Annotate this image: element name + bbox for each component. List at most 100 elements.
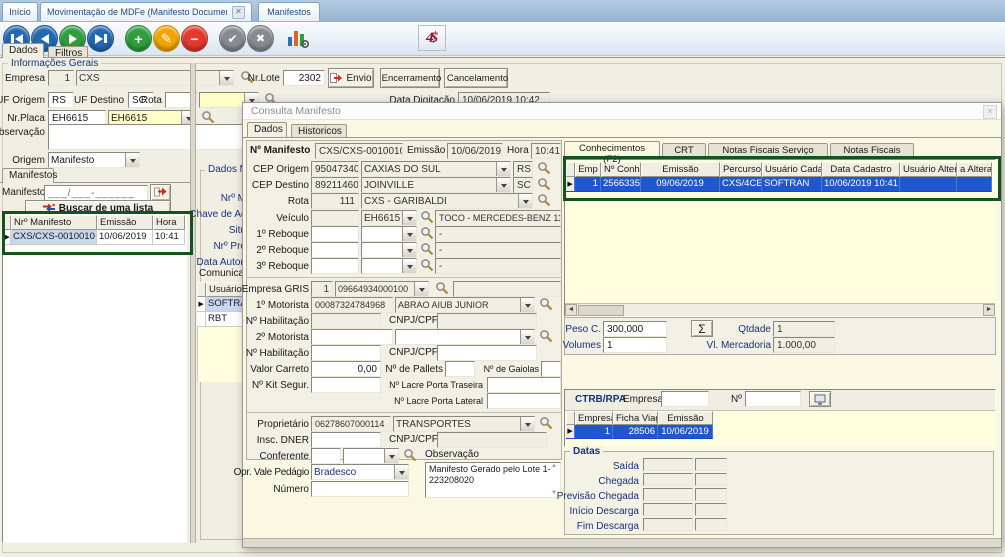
tab-manifestos-panel[interactable]: Manifestos — [2, 168, 54, 183]
fim-descarga-date-field[interactable] — [643, 518, 693, 531]
conferente-code-field[interactable] — [311, 448, 341, 464]
scroll-up-icon[interactable]: ▲ — [551, 463, 557, 469]
scroll-left-icon[interactable]: ◄ — [565, 304, 577, 316]
close-tab-icon[interactable]: ✕ — [232, 6, 245, 19]
modal-tab-dados[interactable]: Dados — [247, 122, 287, 137]
conferente-combo[interactable] — [343, 448, 399, 464]
column-header[interactable]: Data Cadastro — [822, 162, 900, 177]
motorista2-combo[interactable] — [395, 329, 535, 345]
reports-button[interactable] — [286, 27, 310, 49]
tab-notas-fiscais[interactable]: Notas Fiscais (F4) — [830, 143, 914, 156]
volumes-field[interactable]: 1 — [603, 337, 667, 353]
inicio-descarga-date-field[interactable] — [643, 503, 693, 516]
dialog-close-icon[interactable]: ✕ — [983, 105, 997, 119]
dropdown-arrow-icon[interactable] — [496, 162, 510, 176]
motorista2-search-icon[interactable] — [539, 329, 553, 344]
proprietario-num-field[interactable]: 06278607000114 — [311, 416, 391, 432]
cep-origem-city-combo[interactable]: CAXIAS DO SUL — [361, 161, 511, 177]
previsao-date-field[interactable] — [643, 488, 693, 501]
nrplaca-search-icon[interactable] — [201, 110, 215, 125]
habilitacao2-field[interactable] — [311, 345, 381, 361]
dropdown-arrow-icon[interactable] — [394, 465, 408, 479]
inicio-descarga-time-field[interactable] — [695, 503, 727, 516]
motorista1-combo[interactable]: ABRAO AIUB JUNIOR — [395, 297, 535, 313]
gris-cnpj-combo[interactable]: 09664934000100 — [335, 281, 429, 297]
cep-destino-field[interactable]: 89211460 — [311, 177, 359, 193]
cep-origem-search-icon[interactable] — [537, 161, 551, 176]
cancel-button[interactable]: ✖ — [247, 25, 274, 52]
reboque3-code-field[interactable] — [311, 258, 359, 274]
reboque3-combo[interactable] — [361, 258, 417, 274]
cep-origem-field[interactable]: 95047340 — [311, 161, 359, 177]
gaiolas-field[interactable] — [541, 361, 561, 377]
valor-carreto-field[interactable]: 0,00 — [311, 361, 381, 377]
column-header[interactable]: Nrº Manifesto — [11, 215, 97, 230]
veiculo-combo[interactable]: EH6615 — [361, 210, 417, 226]
dropdown-arrow-icon[interactable] — [520, 417, 534, 431]
empresa-code-field[interactable]: 1 — [48, 70, 74, 86]
column-header[interactable]: Hora — [153, 215, 185, 230]
reboque1-search-icon[interactable] — [420, 226, 434, 241]
reboque3-search-icon[interactable] — [420, 258, 434, 273]
observacao-modal-field[interactable]: Manifesto Gerado pelo Lote 1-223208020 — [425, 462, 561, 498]
ctrb-n-field[interactable] — [745, 391, 801, 407]
lacre-tras-field[interactable] — [487, 377, 561, 393]
tab-notas-servico[interactable]: Notas Fiscais Serviço (F3) — [708, 143, 828, 156]
gris-num-field[interactable]: 1 — [311, 281, 333, 297]
cep-destino-city-combo[interactable]: JOINVILLE — [361, 177, 511, 193]
uf-origem-field[interactable]: RS — [48, 92, 74, 108]
dropdown-arrow-icon[interactable] — [402, 211, 416, 225]
dropdown-arrow-icon[interactable] — [520, 330, 534, 344]
rota-search-icon[interactable] — [537, 193, 551, 208]
delete-button[interactable]: − — [181, 25, 208, 52]
dropdown-arrow-icon[interactable] — [414, 282, 428, 296]
edit-button[interactable]: ✎ — [153, 25, 180, 52]
column-header[interactable]: a Alteraç — [957, 162, 992, 177]
last-record-button[interactable] — [87, 25, 114, 52]
dner-field[interactable] — [311, 432, 381, 448]
scrollbar-thumb[interactable] — [578, 305, 624, 316]
tab-crt[interactable]: CRT (F5) — [662, 143, 706, 156]
dropdown-arrow-icon[interactable] — [496, 178, 510, 192]
manifesto-mask-field[interactable]: ___/___-______ — [44, 185, 148, 201]
cnpjcpf2-field[interactable] — [437, 345, 537, 361]
chegada-date-field[interactable] — [643, 473, 693, 486]
envio-button[interactable]: Envio — [328, 68, 374, 88]
previsao-time-field[interactable] — [695, 488, 727, 501]
pallets-field[interactable] — [445, 361, 475, 377]
column-header[interactable]: Ficha Viagem — [613, 411, 658, 425]
peso-field[interactable]: 300,000 — [603, 321, 667, 337]
veiculo-code-field[interactable] — [311, 210, 359, 226]
motorista1-num-field[interactable]: 00087324784968 — [311, 297, 393, 313]
encerramento-button[interactable]: Encerramento — [380, 68, 440, 88]
kit-field[interactable] — [311, 377, 381, 393]
dropdown-arrow-icon[interactable] — [520, 298, 534, 312]
fim-descarga-time-field[interactable] — [695, 518, 727, 531]
tab-inicio[interactable]: Início — [2, 2, 38, 21]
load-manifesto-button[interactable] — [150, 184, 171, 201]
column-header[interactable]: Emissão — [658, 411, 713, 425]
dropdown-arrow-icon[interactable] — [402, 259, 416, 273]
column-header[interactable]: Empresa — [575, 411, 613, 425]
conferente-search-icon[interactable] — [403, 448, 417, 463]
lacre-lat-field[interactable] — [487, 393, 561, 409]
gris-search-icon[interactable] — [435, 281, 449, 296]
softran-logo-button[interactable]: 4$ — [418, 25, 446, 51]
dropdown-arrow-icon[interactable] — [219, 71, 233, 85]
vertical-splitter[interactable] — [190, 63, 196, 543]
dropdown-arrow-icon[interactable] — [402, 243, 416, 257]
reboque1-code-field[interactable] — [311, 226, 359, 242]
sum-button[interactable]: Σ — [691, 320, 713, 337]
cep-destino-search-icon[interactable] — [537, 177, 551, 192]
ctrb-view-button[interactable] — [809, 391, 831, 407]
ctrb-empresa-field[interactable] — [661, 391, 709, 407]
tab-manifestos[interactable]: Manifestos — [258, 2, 320, 21]
reboque2-combo[interactable] — [361, 242, 417, 258]
veiculo-search-icon[interactable] — [420, 210, 434, 225]
chegada-time-field[interactable] — [695, 473, 727, 486]
dropdown-arrow-icon[interactable] — [518, 194, 532, 208]
column-header[interactable]: Usuário Cadastro — [762, 162, 822, 177]
ctrb-grid-row[interactable]: ▶ 1 28506 10/06/2019 — [566, 425, 713, 439]
reboque2-code-field[interactable] — [311, 242, 359, 258]
dropdown-arrow-icon[interactable] — [402, 227, 416, 241]
